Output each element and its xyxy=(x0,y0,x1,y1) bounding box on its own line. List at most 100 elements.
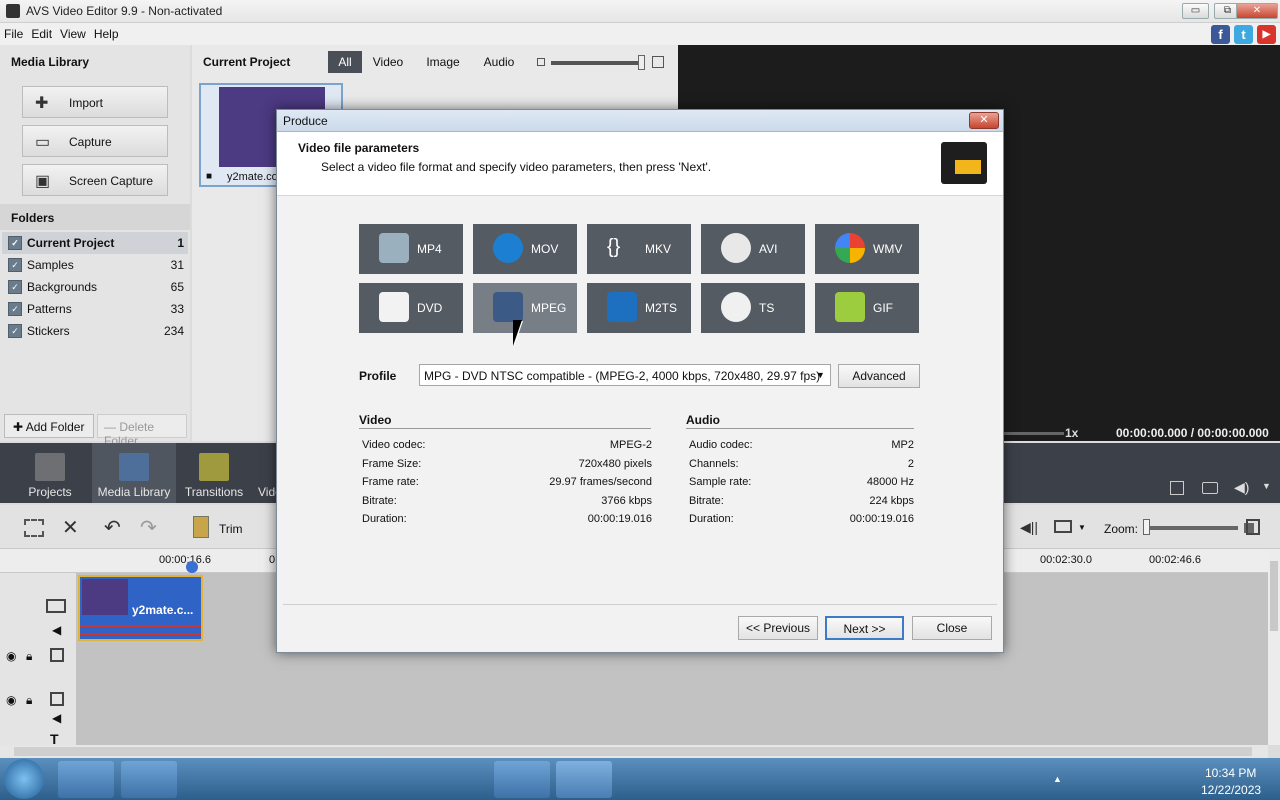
vertical-scrollbar[interactable] xyxy=(1268,549,1280,745)
start-button[interactable] xyxy=(4,759,44,799)
media-player-icon[interactable] xyxy=(183,761,239,798)
checkbox[interactable]: ✓ xyxy=(8,302,22,316)
chevron-down-icon[interactable]: ▼ xyxy=(816,370,825,380)
nav-transitions[interactable]: Transitions xyxy=(172,443,256,503)
mute-icon[interactable]: ◀ xyxy=(52,623,61,637)
display-icon[interactable] xyxy=(1054,520,1072,533)
import-button[interactable]: ✚ Import xyxy=(22,86,168,118)
thumb-size-small-icon xyxy=(537,58,545,66)
format-dvd[interactable]: DVD xyxy=(359,283,463,333)
nav-media-library[interactable]: Media Library xyxy=(92,443,176,503)
audio-mixer-icon[interactable]: ◀|| xyxy=(1020,519,1038,536)
facebook-icon[interactable]: f xyxy=(1211,25,1230,44)
trim-button[interactable]: Trim xyxy=(219,522,243,536)
volume-icon[interactable]: ◀) xyxy=(1234,479,1249,496)
checkbox[interactable]: ✓ xyxy=(8,258,22,272)
playhead[interactable] xyxy=(186,561,198,573)
horizontal-scrollbar[interactable] xyxy=(0,745,1268,758)
minimize-button[interactable]: ▭ xyxy=(1182,3,1209,19)
close-window-button[interactable]: ✕ xyxy=(1236,3,1278,19)
add-folder-button[interactable]: ✚ Add Folder xyxy=(4,414,94,438)
checkbox[interactable]: ✓ xyxy=(8,280,22,294)
clock-date[interactable]: 12/22/2023 xyxy=(1201,783,1261,797)
redo-icon[interactable]: ↷ xyxy=(140,515,157,540)
fullscreen-icon[interactable] xyxy=(1170,481,1184,495)
folder-current-project[interactable]: ✓ Current Project 1 xyxy=(2,232,188,254)
firefox-icon[interactable] xyxy=(432,761,488,798)
format-avi[interactable]: AVI xyxy=(701,224,805,274)
thumb-size-slider[interactable] xyxy=(551,61,643,65)
youtube-icon[interactable]: ▶ xyxy=(1257,25,1276,44)
close-button[interactable]: Close xyxy=(912,616,992,640)
format-mpeg[interactable]: MPEG xyxy=(473,283,577,333)
ruler-tick: 00:02:30.0 xyxy=(1040,554,1092,566)
clapperboard-icon xyxy=(35,453,65,481)
checkbox[interactable]: ✓ xyxy=(8,324,22,338)
video-editor-icon[interactable] xyxy=(308,761,364,798)
folder-stickers[interactable]: ✓ Stickers 234 xyxy=(2,320,188,342)
trim-icon[interactable] xyxy=(193,516,209,538)
file-explorer-icon[interactable] xyxy=(121,761,177,798)
format-wmv[interactable]: WMV xyxy=(815,224,919,274)
chevron-down-icon[interactable]: ▼ xyxy=(1262,481,1271,491)
folder-patterns[interactable]: ✓ Patterns 33 xyxy=(2,298,188,320)
undo-icon[interactable]: ↶ xyxy=(104,515,121,540)
system-tray[interactable] xyxy=(1074,771,1190,789)
format-mov[interactable]: MOV xyxy=(473,224,577,274)
eye-icon[interactable]: ◉ xyxy=(6,649,16,663)
folder-backgrounds[interactable]: ✓ Backgrounds 65 xyxy=(2,276,188,298)
effects-track-icon xyxy=(50,648,64,662)
advanced-button[interactable]: Advanced xyxy=(838,364,920,388)
zoom-slider[interactable] xyxy=(1146,526,1238,530)
format-mp4[interactable]: MP4 xyxy=(359,224,463,274)
chevron-down-icon[interactable]: ▼ xyxy=(1078,523,1086,532)
nav-video-effects[interactable]: Vide xyxy=(248,443,276,503)
profile-dropdown[interactable]: MPG - DVD NTSC compatible - (MPEG-2, 400… xyxy=(419,364,831,386)
eye-icon[interactable]: ◉ xyxy=(6,693,16,707)
mute-icon[interactable]: ◀ xyxy=(52,711,61,725)
zoom-slider-handle[interactable] xyxy=(1143,519,1150,535)
skype-icon[interactable] xyxy=(370,761,426,798)
preview-progress[interactable] xyxy=(1004,432,1064,435)
folder-samples[interactable]: ✓ Samples 31 xyxy=(2,254,188,276)
capture-button[interactable]: ▭ Capture xyxy=(22,125,168,157)
filter-all[interactable]: All xyxy=(328,51,362,73)
audio-param-row: Duration: 00:00:19.016 xyxy=(689,513,914,532)
screen-capture-button[interactable]: ▣ Screen Capture xyxy=(22,164,168,196)
lock-icon[interactable]: 🔒︎ xyxy=(26,693,32,708)
format-mkv[interactable]: {} MKV xyxy=(587,224,691,274)
previous-button[interactable]: << Previous xyxy=(738,616,818,640)
filter-image[interactable]: Image xyxy=(420,51,466,73)
slider-handle[interactable] xyxy=(638,55,645,70)
fit-timeline-icon[interactable] xyxy=(1246,519,1260,535)
filter-video[interactable]: Video xyxy=(368,51,408,73)
delete-folder-button[interactable]: — Delete Folder xyxy=(97,414,187,448)
speed-label[interactable]: 1x xyxy=(1065,426,1078,440)
storyboard-icon[interactable] xyxy=(24,519,44,537)
format-m2ts[interactable]: M2TS xyxy=(587,283,691,333)
dialog-close-button[interactable]: ✕ xyxy=(969,112,999,129)
twitter-icon[interactable]: t xyxy=(1234,25,1253,44)
format-gif[interactable]: GIF xyxy=(815,283,919,333)
chrome-icon[interactable] xyxy=(494,761,550,798)
filter-audio[interactable]: Audio xyxy=(478,51,520,73)
menu-edit[interactable]: Edit xyxy=(27,23,56,41)
avs-editor-icon[interactable] xyxy=(556,761,612,798)
menu-help[interactable]: Help xyxy=(90,23,123,41)
snapshot-icon[interactable] xyxy=(1202,482,1218,494)
tray-arrow-icon[interactable]: ▲ xyxy=(1053,774,1062,784)
lightning-app-icon[interactable] xyxy=(245,761,301,798)
dvd-icon xyxy=(379,292,409,322)
video-clip[interactable]: y2mate.c... xyxy=(78,575,203,641)
audio-param-value: 48000 Hz xyxy=(866,476,914,488)
lock-icon[interactable]: 🔒︎ xyxy=(26,649,32,664)
checkbox[interactable]: ✓ xyxy=(8,236,22,250)
internet-explorer-icon[interactable] xyxy=(58,761,114,798)
clock-time[interactable]: 10:34 PM xyxy=(1205,766,1256,780)
next-button[interactable]: Next >> xyxy=(825,616,904,640)
nav-projects[interactable]: Projects xyxy=(8,443,92,503)
menu-view[interactable]: View xyxy=(56,23,90,41)
delete-icon[interactable]: ✕ xyxy=(62,515,79,540)
format-ts[interactable]: TS xyxy=(701,283,805,333)
menu-file[interactable]: File xyxy=(0,23,27,41)
